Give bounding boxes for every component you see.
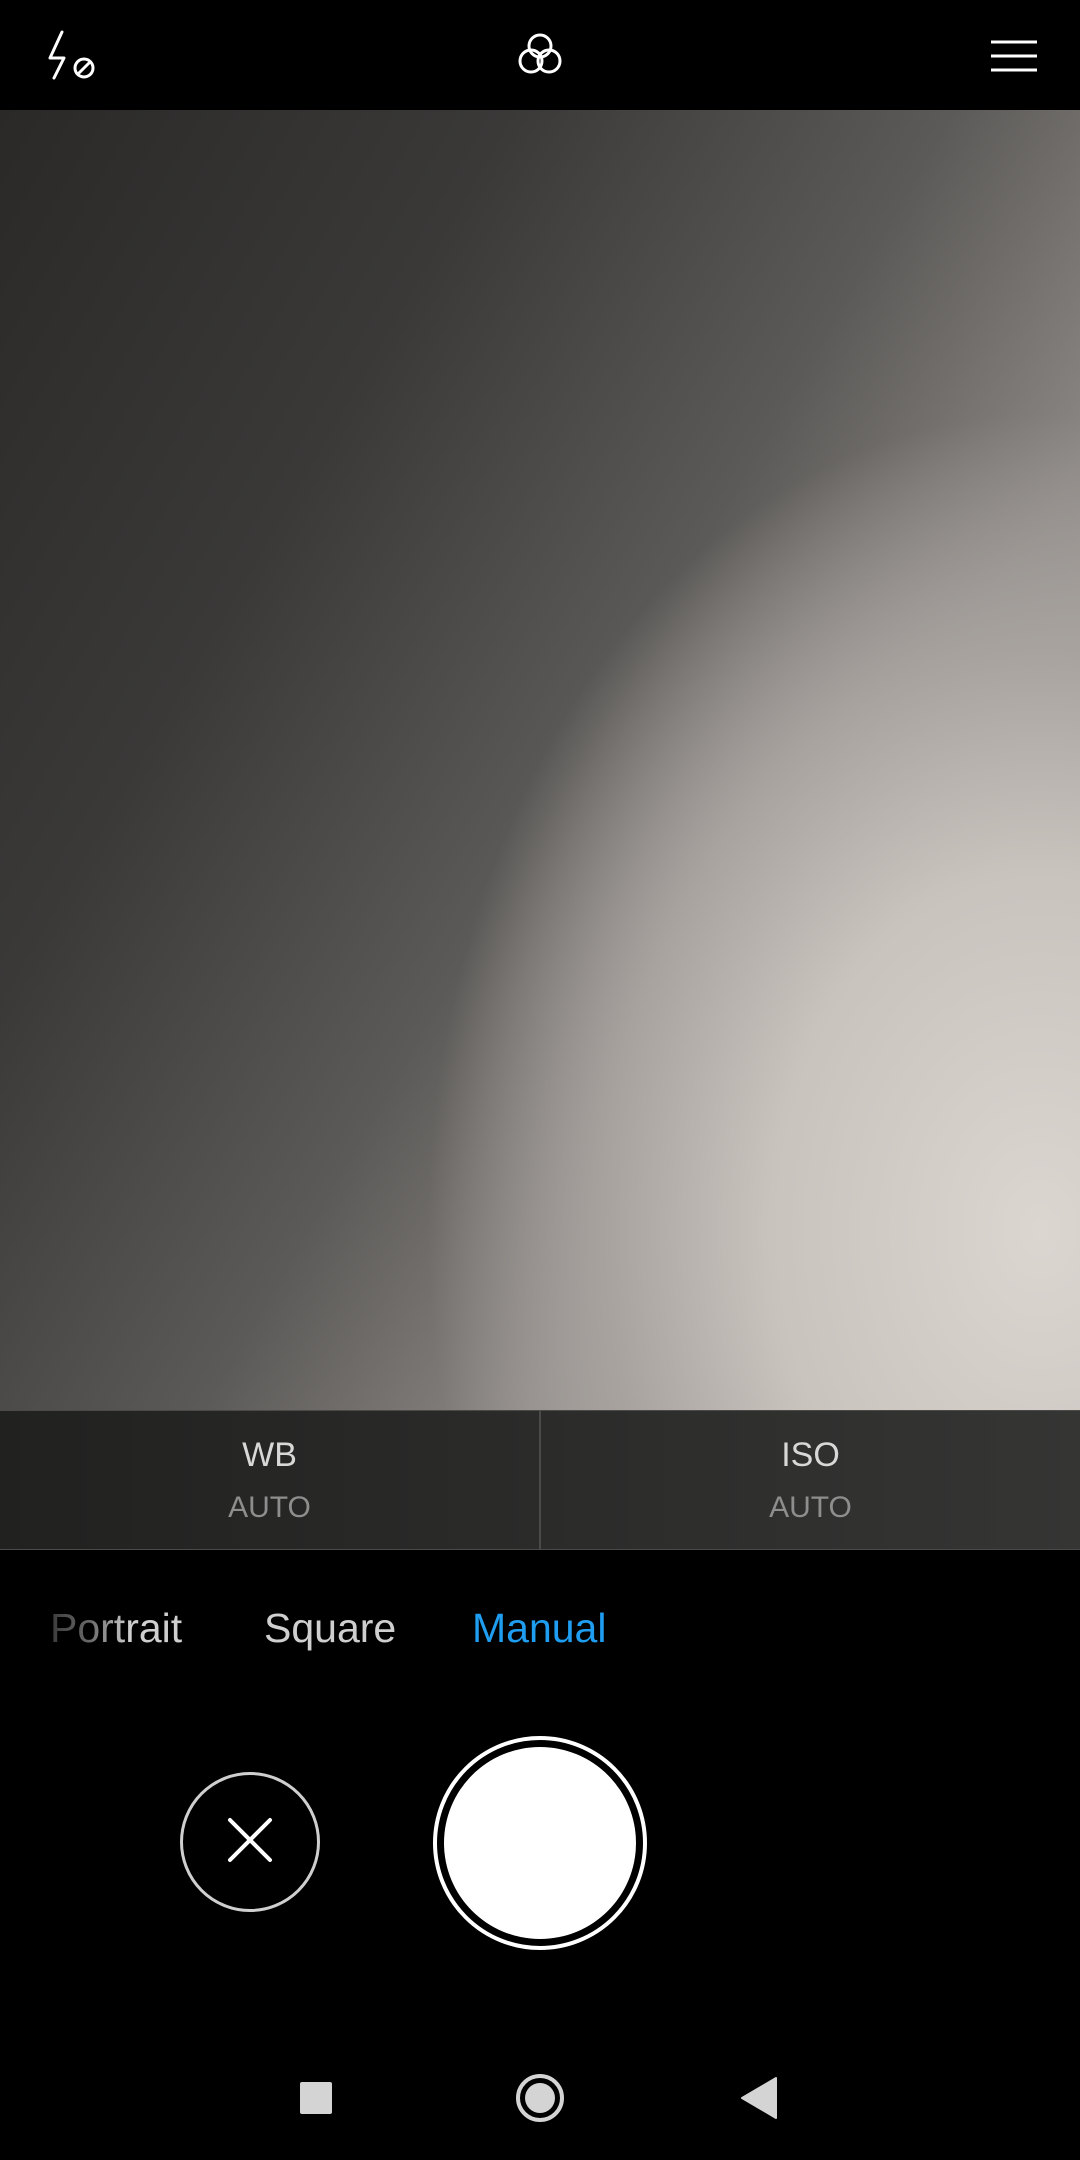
top-bar <box>0 0 1080 110</box>
wb-label: WB <box>242 1436 297 1474</box>
recents-button[interactable] <box>286 2070 346 2130</box>
iso-value: AUTO <box>769 1491 852 1524</box>
filters-icon <box>510 26 570 86</box>
cancel-button[interactable] <box>180 1772 320 1912</box>
back-triangle-icon <box>740 2076 780 2125</box>
mode-square[interactable]: Square <box>264 1600 396 1656</box>
mode-selector: Portrait Square Manual <box>0 1600 1080 1660</box>
mode-portrait[interactable]: Portrait <box>50 1600 182 1656</box>
system-nav-bar <box>0 2040 1080 2160</box>
wb-value: AUTO <box>228 1491 311 1524</box>
flash-toggle-button[interactable] <box>36 20 108 92</box>
camera-screen: WB AUTO ISO AUTO Portrait Square Manual <box>0 0 1080 2160</box>
home-button[interactable] <box>510 2070 570 2130</box>
camera-viewfinder[interactable] <box>0 110 1080 1410</box>
manual-settings-strip: WB AUTO ISO AUTO <box>0 1410 1080 1550</box>
shutter-button[interactable] <box>433 1736 647 1950</box>
back-button[interactable] <box>730 2070 790 2130</box>
home-circle-icon <box>514 2072 566 2129</box>
menu-icon <box>989 36 1039 76</box>
mode-manual[interactable]: Manual <box>472 1600 606 1656</box>
iso-label: ISO <box>781 1436 840 1474</box>
recents-square-icon <box>298 2080 334 2121</box>
menu-button[interactable] <box>978 20 1050 92</box>
iso-setting[interactable]: ISO AUTO <box>539 1411 1080 1549</box>
shutter-icon <box>444 1747 636 1939</box>
flash-off-icon <box>40 28 104 84</box>
filters-button[interactable] <box>504 20 576 92</box>
close-icon <box>225 1815 275 1870</box>
white-balance-setting[interactable]: WB AUTO <box>0 1411 539 1549</box>
